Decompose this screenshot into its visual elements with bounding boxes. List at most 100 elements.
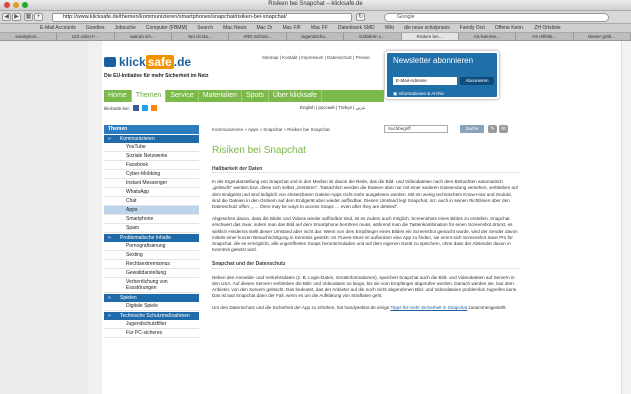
nav-item[interactable]: Materialien [199, 90, 242, 102]
sidebar-item[interactable]: Digitale Spiele [104, 302, 199, 311]
bookmarks-bar: E-Mail Accounts Goodies Jobsuche Computer (… [0, 24, 631, 33]
site-logo[interactable]: klick safe .de [104, 55, 191, 69]
sidebar-item[interactable]: Instant Messenger [104, 179, 199, 188]
sidebar-item[interactable]: Facebook [104, 161, 199, 170]
browser-tab[interactable]: Risiken bei… [401, 33, 459, 40]
article-subtitle: Snapchat und der Datenschutz [212, 261, 520, 269]
tv-logo-icon [104, 57, 116, 67]
article-text: zusammengestellt. [467, 305, 507, 311]
article-body: Haltbarkeit der Daten In der Eigendarste… [212, 166, 520, 318]
sidebar-item[interactable]: Spam [104, 224, 199, 233]
article-paragraph: Um den Datenschutz und die Sicherheit de… [212, 305, 520, 311]
page-scrollbar[interactable] [621, 41, 631, 394]
browser-tab[interactable]: AS reflekti… [516, 33, 574, 40]
sidebar-item[interactable]: Für PC-sicheres [104, 329, 199, 338]
nav-item[interactable]: Home [104, 90, 132, 102]
language-links[interactable]: English | русский | Türkçe | عربي [300, 105, 366, 111]
browser-search-field[interactable]: Google [384, 13, 609, 22]
bookmark-item[interactable]: Mac F/F [283, 24, 301, 32]
web-page: klick safe .de Die EU-Initiative für mehr … [0, 41, 631, 394]
article-paragraph: In der Eigendarstellung von Snapchat und… [212, 179, 518, 210]
window-titlebar: Risiken bei Snapchat – klicksafe.de [0, 0, 631, 11]
sidebar-item[interactable]: WhatsApp [104, 188, 199, 197]
main-nav: Home Themen Service Materialien Spots Über kl… [104, 90, 384, 102]
newsletter-subscribe-button[interactable]: Abonnieren [460, 77, 494, 85]
forward-button[interactable]: ▶ [12, 13, 21, 21]
bookmark-item[interactable]: Mac News [223, 24, 246, 32]
newsletter-email-input[interactable]: E-Mail-Adresse [393, 77, 457, 85]
sidebar-item[interactable]: Jugendschutzfilter [104, 320, 199, 329]
page-gutter [88, 41, 102, 394]
sidebar-item[interactable]: Sexting [104, 251, 199, 260]
browser-tab[interactable]: AS-hamme… [459, 33, 517, 40]
twitter-icon[interactable] [141, 105, 148, 111]
logo-safe: safe [145, 55, 174, 69]
sidebar-item[interactable]: Cyber-Mobbing [104, 170, 199, 179]
newsletter-info-link[interactable]: ▣ Informationen & Archiv [393, 91, 444, 97]
bookmark-item[interactable]: Family Orzi [460, 24, 485, 32]
browser-tab[interactable]: Wo ist Da… [172, 33, 230, 40]
sidebar-section[interactable]: Kommunizieren [104, 135, 199, 143]
print-icon[interactable]: ✎ [488, 125, 497, 133]
nav-item[interactable]: Themen [131, 90, 167, 102]
breadcrumb[interactable]: Kommunizieren » Apps » Snapchat » Risike… [212, 127, 330, 132]
bookmark-item[interactable]: Offene Kenn. [495, 24, 524, 32]
site-search-input[interactable]: Suchbegriff [384, 125, 448, 133]
page-title: Risiken bei Snapchat [212, 145, 306, 156]
sidebar-item[interactable]: Soziale Netzwerke [104, 152, 199, 161]
add-bookmark-button[interactable]: + [34, 13, 43, 21]
tips-link[interactable]: Tipps für mehr Sicherheit in Snapchat [390, 305, 467, 310]
site-search-button[interactable]: Suche [460, 125, 484, 133]
article-paragraph: Abgesehen davon, dass die Bilder und Vid… [212, 216, 518, 253]
sidebar-item[interactable]: Chat [104, 197, 199, 206]
top-links[interactable]: Sitemap | Kontakt | Impressum | Datensch… [262, 55, 370, 60]
nav-item[interactable]: Über klicksafe [269, 90, 322, 102]
bookmark-item[interactable]: Datenbank SMD [338, 24, 375, 32]
bookmark-item[interactable]: Jobsuche [114, 24, 135, 32]
sidebar-item[interactable]: YouTube [104, 143, 199, 152]
newsletter-box: Newsletter abonnieren E-Mail-Adresse Abo… [385, 51, 499, 99]
sidebar-section[interactable]: Problematische Inhalte [104, 234, 199, 242]
bookmark-item[interactable]: die neue schulpraxis [404, 24, 450, 32]
back-button[interactable]: ◀ [2, 13, 11, 21]
nav-item[interactable]: Spots [242, 90, 269, 102]
article-paragraph: Neben den Anmelde- und Verkehrsdaten (z.… [212, 274, 518, 299]
sidebar-section[interactable]: Technische Schutzmaßnahmen [104, 312, 199, 320]
facebook-icon[interactable] [132, 105, 139, 111]
browser-tab[interactable]: ARD Schnei… [229, 33, 287, 40]
bookmark-item[interactable]: ZH Ortsliste [534, 24, 560, 32]
mail-icon[interactable]: ✉ [499, 125, 508, 133]
page-background-left [0, 41, 88, 394]
sidebar-section[interactable]: Spielen [104, 294, 199, 302]
sidebar-item[interactable]: Smartphone [104, 215, 199, 224]
browser-tab[interactable]: 123 Jokin F… [57, 33, 115, 40]
sidebar: Themen KommunizierenYouTubeSoziale Netzw… [104, 125, 199, 338]
browser-tab[interactable]: warum sm… [115, 33, 173, 40]
bookmark-item[interactable]: Mac Dr [256, 24, 272, 32]
sidebar-item[interactable]: Verherrlichung von Essstörungen [104, 278, 199, 293]
nav-item[interactable]: Service [166, 90, 199, 102]
sidebar-item[interactable]: Pornografisierung [104, 242, 199, 251]
browser-tab[interactable]: Dieser grafi… [574, 33, 631, 40]
site-tagline: Die EU-Initiative für mehr Sicherheit im… [104, 73, 209, 79]
bookmark-item[interactable]: Search [197, 24, 213, 32]
browser-tab[interactable]: smartphon… [0, 33, 58, 40]
rss-icon[interactable] [150, 105, 157, 111]
social-label: klicksafe bei: [104, 105, 130, 111]
sidebar-heading: Themen [104, 125, 199, 134]
reader-icon[interactable]: ▦ [24, 13, 33, 21]
bookmark-item[interactable]: Computer (FBMM) [146, 24, 187, 32]
article-text: Um den Datenschutz und die Sicherheit de… [212, 305, 391, 311]
reload-button[interactable]: ↻ [356, 13, 365, 21]
browser-tab[interactable]: Jugendschu… [287, 33, 345, 40]
bookmark-item[interactable]: Mac FF [311, 24, 328, 32]
bookmark-item[interactable]: Wiki [385, 24, 394, 32]
browser-tab[interactable]: Gefahren v… [344, 33, 402, 40]
sidebar-item[interactable]: Rechtsextremismus [104, 260, 199, 269]
bookmark-item[interactable]: Goodies [86, 24, 105, 32]
sidebar-item[interactable]: Apps [104, 206, 199, 215]
bookmark-item[interactable]: E-Mail Accounts [40, 24, 76, 32]
url-field[interactable]: http://www.klicksafe.de/themen/kommunizi… [52, 13, 352, 22]
newsletter-title: Newsletter abonnieren [393, 56, 474, 65]
sidebar-item[interactable]: Gewaltdarstellung [104, 269, 199, 278]
